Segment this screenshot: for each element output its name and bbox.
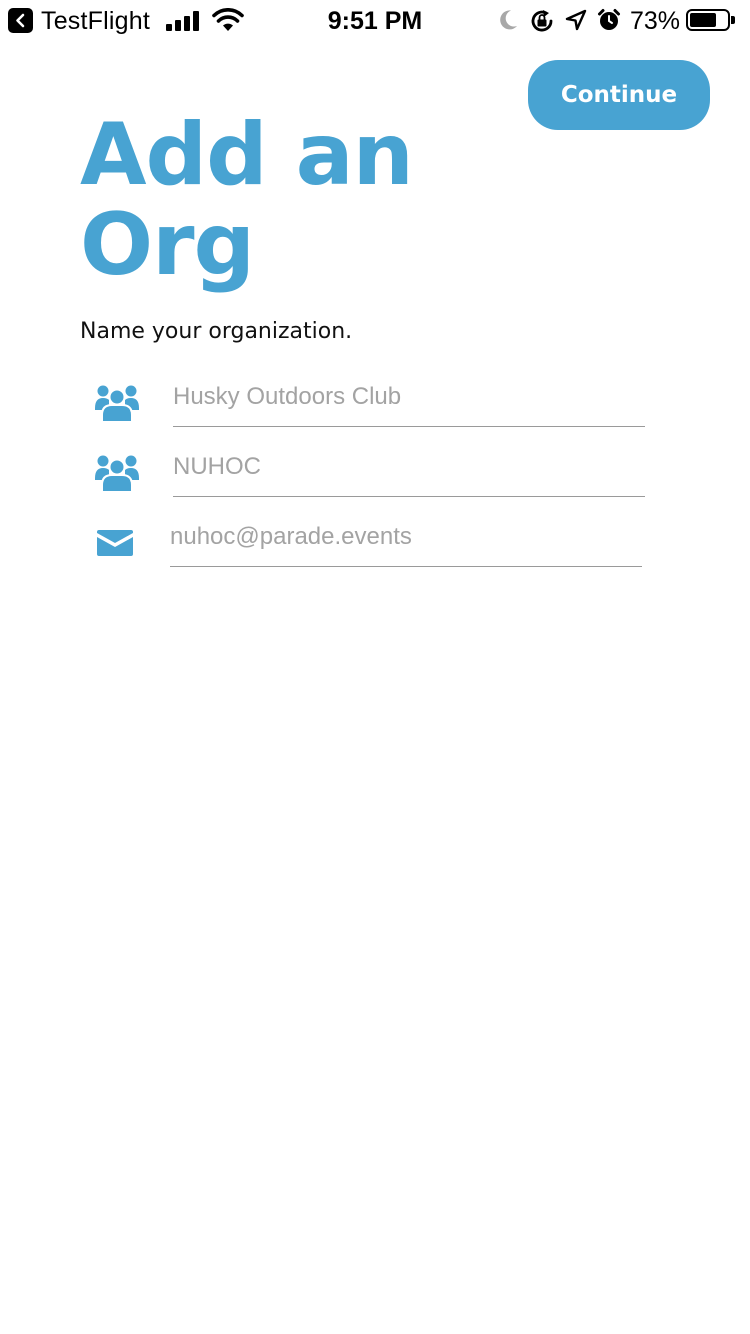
alarm-clock-icon	[598, 9, 620, 30]
org-name-row	[80, 368, 650, 430]
users-group-icon	[95, 385, 139, 422]
org-shortname-row	[80, 438, 650, 500]
page-subtitle: Name your organization.	[80, 319, 353, 344]
envelope-icon	[97, 530, 133, 556]
moon-icon	[500, 10, 517, 30]
org-name-input[interactable]	[173, 368, 645, 427]
battery-fill	[690, 13, 716, 27]
battery-percent: 73%	[630, 7, 681, 35]
continue-button[interactable]: Continue	[528, 60, 710, 130]
org-email-row	[80, 508, 650, 570]
battery-tip	[731, 16, 735, 24]
org-shortname-input[interactable]	[173, 438, 645, 497]
status-bar: TestFlight 9:51 PM 73%	[0, 0, 750, 40]
page-title: Add an Org	[80, 105, 414, 295]
battery-icon	[686, 9, 730, 31]
users-group-icon	[95, 455, 139, 492]
org-email-input[interactable]	[170, 508, 642, 567]
rotation-lock-icon	[531, 10, 553, 32]
location-arrow-icon	[565, 9, 587, 31]
